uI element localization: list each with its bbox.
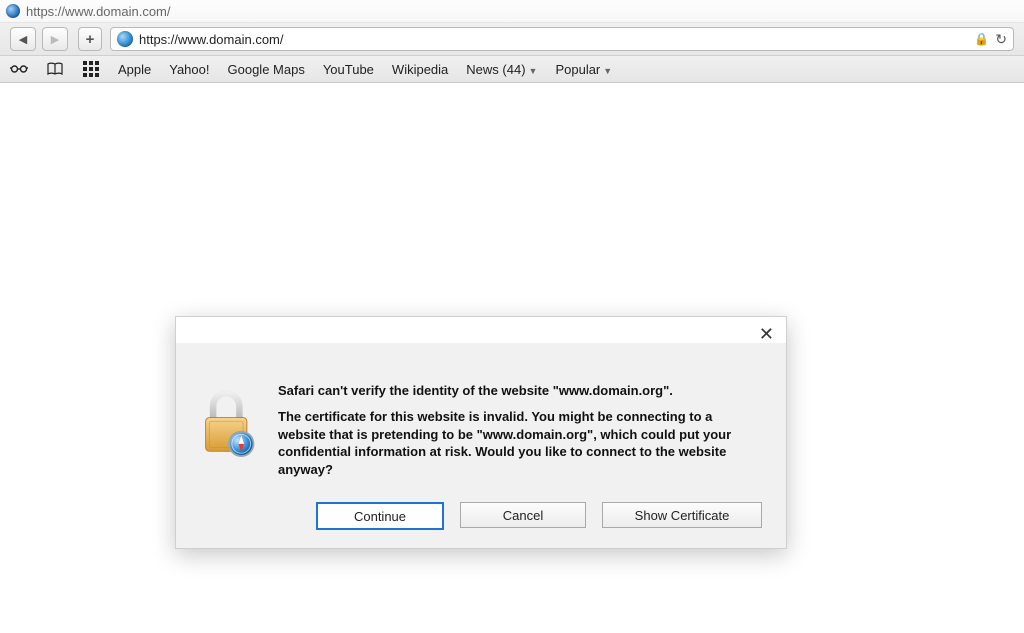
globe-icon (117, 31, 133, 47)
dialog-message: The certificate for this website is inva… (278, 408, 762, 478)
add-bookmark-button[interactable]: + (78, 27, 102, 51)
button-label: Cancel (503, 508, 543, 523)
chevron-down-icon: ▼ (603, 66, 612, 76)
bookmark-popular[interactable]: Popular▼ (555, 62, 612, 77)
chevron-down-icon: ▼ (529, 66, 538, 76)
bookmark-label: News (44) (466, 62, 525, 77)
bookmark-label: Google Maps (228, 62, 305, 77)
dialog-title: Safari can't verify the identity of the … (278, 383, 762, 398)
bookmark-label: Wikipedia (392, 62, 448, 77)
window-titlebar: https://www.domain.com/ (0, 0, 1024, 23)
bookmark-apple[interactable]: Apple (118, 62, 151, 77)
bookmark-wikipedia[interactable]: Wikipedia (392, 62, 448, 77)
back-button[interactable]: ◀ (10, 27, 36, 51)
bookmark-label: Apple (118, 62, 151, 77)
bookmark-label: YouTube (323, 62, 374, 77)
bookmark-label: Popular (555, 62, 600, 77)
top-sites-icon[interactable] (82, 60, 100, 78)
bookmark-news[interactable]: News (44) ▼ (466, 62, 537, 77)
navigation-toolbar: ◀ ▶ + https://www.domain.com/ 🔒 ↻ (0, 23, 1024, 56)
forward-button[interactable]: ▶ (42, 27, 68, 51)
bookmarks-bar: Apple Yahoo! Google Maps YouTube Wikiped… (0, 56, 1024, 83)
lock-icon: 🔒 (974, 32, 989, 46)
page-content: ✕ (0, 83, 1024, 633)
lock-safari-icon (200, 383, 260, 478)
bookmark-youtube[interactable]: YouTube (323, 62, 374, 77)
reload-button[interactable]: ↻ (995, 31, 1007, 48)
bookmark-google-maps[interactable]: Google Maps (228, 62, 305, 77)
show-certificate-button[interactable]: Show Certificate (602, 502, 762, 528)
continue-button[interactable]: Continue (316, 502, 444, 530)
button-label: Show Certificate (635, 508, 730, 523)
bookmark-yahoo[interactable]: Yahoo! (169, 62, 209, 77)
window-title: https://www.domain.com/ (26, 4, 171, 19)
cancel-button[interactable]: Cancel (460, 502, 586, 528)
plus-icon: + (86, 31, 95, 48)
address-bar-text: https://www.domain.com/ (139, 32, 968, 47)
certificate-warning-dialog: ✕ (175, 316, 787, 549)
site-favicon-icon (6, 4, 20, 18)
back-icon: ◀ (19, 33, 27, 46)
button-label: Continue (354, 509, 406, 524)
bookmarks-icon[interactable] (46, 60, 64, 78)
bookmark-label: Yahoo! (169, 62, 209, 77)
reading-list-icon[interactable] (10, 60, 28, 78)
address-bar[interactable]: https://www.domain.com/ 🔒 ↻ (110, 27, 1014, 51)
close-button[interactable]: ✕ (759, 325, 774, 343)
forward-icon: ▶ (51, 33, 59, 46)
